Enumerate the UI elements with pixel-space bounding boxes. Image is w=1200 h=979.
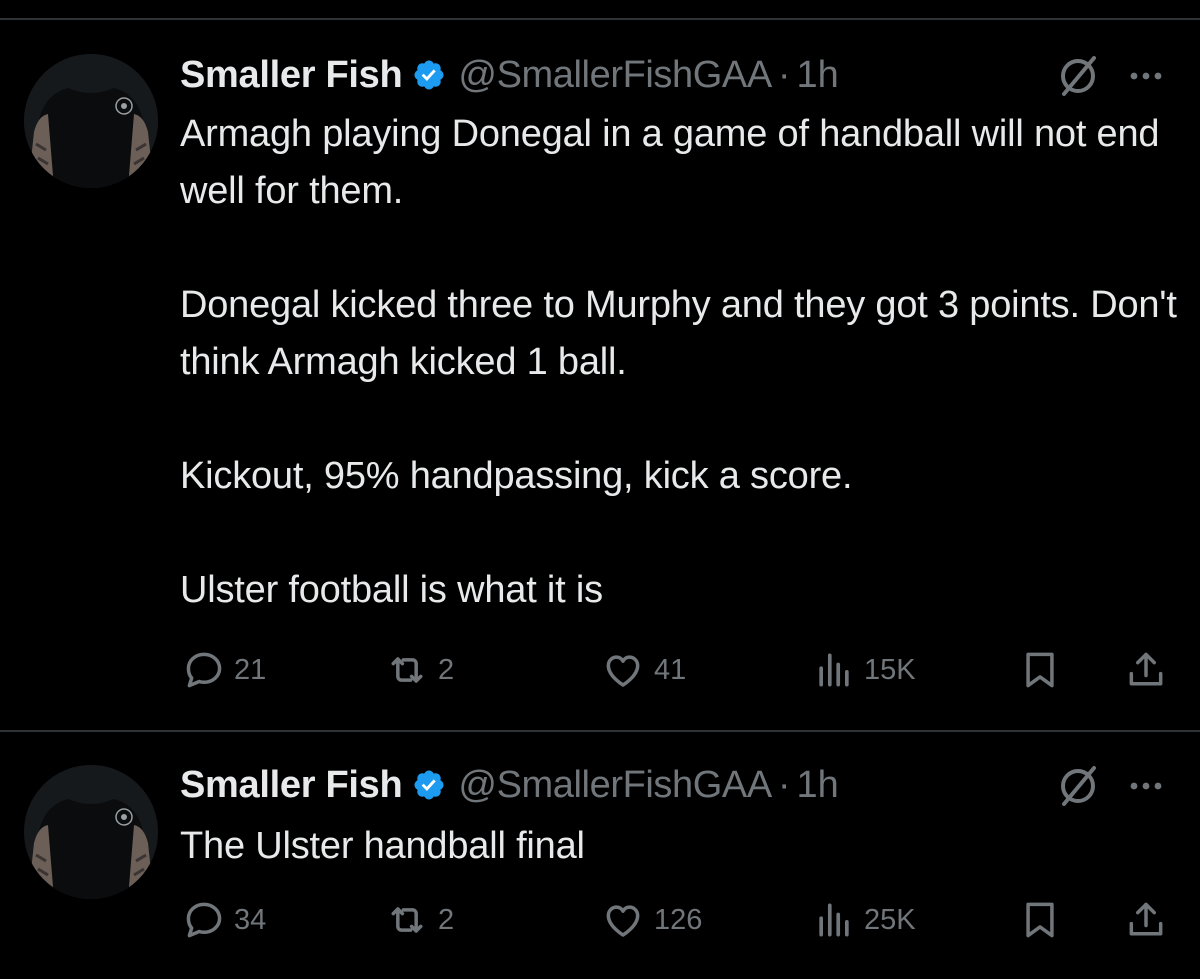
verified-badge-icon	[414, 60, 444, 90]
like-count: 41	[654, 653, 687, 686]
reply-count: 21	[234, 653, 267, 686]
reply-icon	[186, 652, 222, 688]
more-icon[interactable]	[1124, 54, 1168, 98]
repost-icon	[391, 907, 423, 933]
reply-button[interactable]: 21	[182, 648, 266, 692]
separator-dot: ·	[777, 763, 791, 806]
views-button[interactable]: 25K	[812, 898, 916, 942]
like-button[interactable]: 126	[600, 898, 702, 942]
like-icon	[606, 655, 640, 687]
repost-count: 2	[438, 903, 455, 936]
author-name[interactable]: Smaller Fish	[180, 54, 403, 97]
views-button[interactable]: 15K	[812, 648, 916, 692]
author-handle[interactable]: @SmallerFishGAA	[458, 764, 772, 807]
timestamp[interactable]: 1h	[796, 764, 838, 807]
bookmark-icon[interactable]	[1018, 898, 1062, 942]
tweet-header: Smaller Fish @SmallerFishGAA · 1h	[180, 50, 839, 100]
more-icon[interactable]	[1124, 764, 1168, 808]
tweet-paragraph: Armagh playing Donegal in a game of hand…	[180, 113, 1160, 212]
tweet-header: Smaller Fish @SmallerFishGAA · 1h	[180, 760, 839, 810]
repost-count: 2	[438, 653, 455, 686]
views-icon	[819, 653, 849, 687]
repost-icon	[391, 657, 423, 683]
grok-icon[interactable]	[1052, 50, 1104, 102]
top-divider	[0, 18, 1200, 20]
tweet-divider	[0, 730, 1200, 732]
bookmark-icon[interactable]	[1018, 648, 1062, 692]
grok-icon[interactable]	[1052, 760, 1104, 812]
author-handle[interactable]: @SmallerFishGAA	[458, 54, 772, 97]
views-icon	[819, 903, 849, 937]
avatar[interactable]	[24, 54, 158, 188]
avatar[interactable]	[24, 765, 158, 899]
share-icon[interactable]	[1124, 898, 1168, 942]
tweet-paragraph: Donegal kicked three to Murphy and they …	[180, 284, 1177, 383]
tweet-text: Armagh playing Donegal in a game of hand…	[180, 106, 1180, 619]
timestamp[interactable]: 1h	[796, 54, 838, 97]
separator-dot: ·	[777, 53, 791, 96]
reply-button[interactable]: 34	[182, 898, 266, 942]
author-name[interactable]: Smaller Fish	[180, 764, 403, 807]
like-count: 126	[654, 903, 703, 936]
tweet-paragraph: Kickout, 95% handpassing, kick a score.	[180, 455, 853, 497]
tweet-paragraph: Ulster football is what it is	[180, 569, 603, 611]
tweet-text: The Ulster handball final	[180, 818, 1180, 875]
views-count: 15K	[864, 653, 916, 686]
verified-badge-icon	[414, 770, 444, 800]
reply-count: 34	[234, 903, 267, 936]
reply-icon	[186, 902, 222, 938]
repost-button[interactable]: 2	[384, 898, 454, 942]
repost-button[interactable]: 2	[384, 648, 454, 692]
like-icon	[606, 905, 640, 937]
share-icon[interactable]	[1124, 648, 1168, 692]
tweet-paragraph: The Ulster handball final	[180, 825, 585, 867]
views-count: 25K	[864, 903, 916, 936]
like-button[interactable]: 41	[600, 648, 686, 692]
